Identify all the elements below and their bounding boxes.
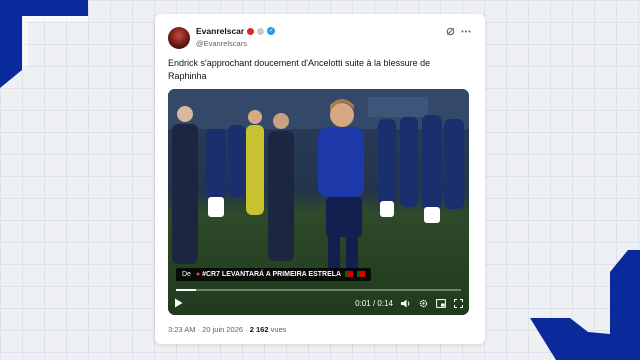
verified-check-icon: ✓ <box>267 27 276 35</box>
pip-button[interactable] <box>436 298 446 308</box>
avatar[interactable] <box>168 27 190 49</box>
flag-icon <box>344 271 353 278</box>
caption-prefix: De <box>182 271 191 278</box>
settings-gear-icon <box>419 299 428 307</box>
video-frame <box>168 89 469 315</box>
video-progress-fill <box>176 289 196 291</box>
video-controls: 0:01 / 0:14 <box>174 296 463 310</box>
volume-icon <box>401 299 410 307</box>
caption-text: #CR7 LEVANTARÁ A PRIMEIRA ESTRELA <box>202 271 341 278</box>
video-time: 0:01 / 0:14 <box>355 299 393 308</box>
current-time: 0:01 <box>355 298 371 308</box>
picture-in-picture-icon <box>436 298 446 308</box>
video-caption: De ● #CR7 LEVANTARÁ A PRIMEIRA ESTRELA <box>176 268 371 281</box>
author-handle[interactable]: @Evanrelscars <box>196 39 247 48</box>
corner-shape-top-left <box>0 0 88 88</box>
tweet-actions-top <box>446 27 471 36</box>
red-circle-badge-icon <box>247 27 255 35</box>
volume-button[interactable] <box>401 299 411 308</box>
gray-circle-badge-icon <box>257 27 265 35</box>
tweet-text: Endrick s'approchant doucement d'Ancelot… <box>168 58 431 81</box>
views-count: 2 162 <box>249 325 269 334</box>
red-heart-icon: ● <box>195 271 201 278</box>
video-player[interactable]: De ● #CR7 LEVANTARÁ A PRIMEIRA ESTRELA 0… <box>168 89 469 315</box>
tweet-card[interactable]: Evanrelscar ✓ @Evanrelscars Endrick s'ap… <box>155 14 485 344</box>
views-label: vues <box>268 325 287 334</box>
flag-icon <box>356 271 365 278</box>
fullscreen-icon <box>454 298 463 308</box>
play-icon[interactable] <box>174 298 183 308</box>
more-options-icon[interactable] <box>461 27 471 36</box>
author-name-row: Evanrelscar ✓ <box>196 26 276 36</box>
corner-shape-bottom-right <box>530 250 640 360</box>
duration: 0:14 <box>377 298 393 308</box>
tweet-meta: 3:23 AM · 20 juin 2026 · 2 162 vues <box>168 325 286 334</box>
video-progress-bar[interactable] <box>176 289 461 291</box>
settings-button[interactable] <box>419 299 428 308</box>
fullscreen-button[interactable] <box>454 298 463 308</box>
grok-icon[interactable] <box>446 27 455 36</box>
display-name[interactable]: Evanrelscar <box>196 26 244 36</box>
tweet-timestamp[interactable]: 3:23 AM · 20 juin 2026 · <box>168 325 250 334</box>
